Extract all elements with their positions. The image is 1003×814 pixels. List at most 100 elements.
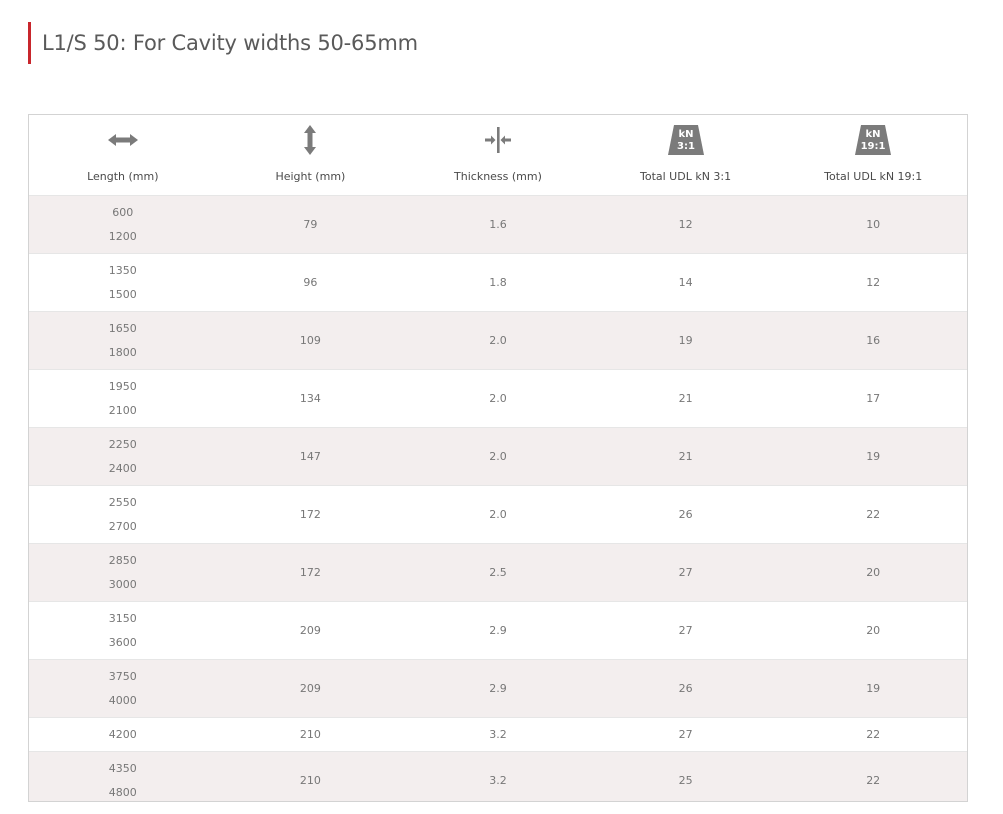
udl-19-1-cell: 22 bbox=[779, 485, 967, 544]
length-value: 1650 bbox=[108, 321, 137, 335]
length-value: 2400 bbox=[108, 461, 137, 475]
page-title: L1/S 50: For Cavity widths 50-65mm bbox=[42, 31, 418, 55]
table-row: 2550 2700 172 2.0 26 22 bbox=[29, 485, 967, 544]
kn-icon-label-bottom: 3:1 bbox=[677, 141, 695, 152]
length-cell: 4200 bbox=[29, 717, 217, 752]
udl-19-1-cell: 10 bbox=[779, 195, 967, 254]
length-value: 1200 bbox=[108, 229, 137, 243]
length-value: 2100 bbox=[108, 403, 137, 417]
column-label: Length (mm) bbox=[87, 170, 159, 183]
table-row: 2250 2400 147 2.0 21 19 bbox=[29, 427, 967, 486]
height-cell: 172 bbox=[216, 543, 405, 602]
column-label: Height (mm) bbox=[275, 170, 346, 183]
height-cell: 172 bbox=[216, 485, 405, 544]
thickness-cell: 1.6 bbox=[404, 195, 592, 254]
length-value: 2550 bbox=[108, 495, 137, 509]
udl-3-1-cell: 21 bbox=[591, 427, 780, 486]
table-row: 3750 4000 209 2.9 26 19 bbox=[29, 659, 967, 718]
table-row: 1650 1800 109 2.0 19 16 bbox=[29, 311, 967, 370]
vertical-double-arrow-icon bbox=[304, 125, 317, 155]
udl-19-1-cell: 16 bbox=[779, 311, 967, 370]
udl-3-1-cell: 19 bbox=[591, 311, 780, 370]
length-value: 1350 bbox=[108, 263, 137, 277]
thickness-cell: 2.0 bbox=[404, 485, 592, 544]
column-header-length: Length (mm) bbox=[29, 115, 217, 196]
udl-19-1-cell: 22 bbox=[779, 717, 967, 752]
length-value: 1500 bbox=[108, 287, 137, 301]
udl-3-1-cell: 27 bbox=[591, 601, 780, 660]
height-cell: 210 bbox=[216, 751, 405, 801]
length-cell: 2250 2400 bbox=[29, 427, 217, 486]
height-cell: 209 bbox=[216, 659, 405, 718]
thickness-cell: 3.2 bbox=[404, 717, 592, 752]
length-value: 1800 bbox=[108, 345, 137, 359]
thickness-cell: 2.9 bbox=[404, 601, 592, 660]
specification-table: Length (mm) Height (mm) Thickness (mm) k… bbox=[29, 115, 967, 801]
table-row: 3150 3600 209 2.9 27 20 bbox=[29, 601, 967, 660]
length-cell: 2550 2700 bbox=[29, 485, 217, 544]
length-cell: 3150 3600 bbox=[29, 601, 217, 660]
column-header-thickness: Thickness (mm) bbox=[404, 115, 592, 196]
length-value: 2850 bbox=[108, 553, 137, 567]
length-cell: 1950 2100 bbox=[29, 369, 217, 428]
thickness-cell: 2.5 bbox=[404, 543, 592, 602]
thickness-arrows-icon bbox=[484, 127, 511, 153]
udl-19-1-cell: 20 bbox=[779, 543, 967, 602]
thickness-cell: 2.0 bbox=[404, 311, 592, 370]
kn-weight-icon: kN 3:1 bbox=[667, 125, 704, 155]
udl-3-1-cell: 21 bbox=[591, 369, 780, 428]
table-row: 1350 1500 96 1.8 14 12 bbox=[29, 253, 967, 312]
length-value: 1950 bbox=[108, 379, 137, 393]
length-value: 3000 bbox=[108, 577, 137, 591]
udl-19-1-cell: 19 bbox=[779, 659, 967, 718]
column-header-udl-3-1: kN 3:1 Total UDL kN 3:1 bbox=[591, 115, 780, 196]
height-cell: 210 bbox=[216, 717, 405, 752]
length-value: 2250 bbox=[108, 437, 137, 451]
height-cell: 96 bbox=[216, 253, 405, 312]
height-cell: 209 bbox=[216, 601, 405, 660]
table-row: 2850 3000 172 2.5 27 20 bbox=[29, 543, 967, 602]
length-value: 4350 bbox=[108, 761, 137, 775]
column-label: Thickness (mm) bbox=[454, 170, 542, 183]
udl-19-1-cell: 19 bbox=[779, 427, 967, 486]
length-value: 3150 bbox=[108, 611, 137, 625]
length-value: 4200 bbox=[108, 728, 137, 741]
height-cell: 79 bbox=[216, 195, 405, 254]
length-value: 3750 bbox=[108, 669, 137, 683]
length-value: 4000 bbox=[108, 693, 137, 707]
thickness-cell: 2.9 bbox=[404, 659, 592, 718]
kn-icon-label-top: kN bbox=[678, 129, 693, 140]
length-cell: 1350 1500 bbox=[29, 253, 217, 312]
table-row: 4350 4800 210 3.2 25 22 bbox=[29, 751, 967, 801]
column-label: Total UDL kN 19:1 bbox=[824, 170, 923, 183]
length-cell: 3750 4000 bbox=[29, 659, 217, 718]
length-value: 2700 bbox=[108, 519, 137, 533]
udl-3-1-cell: 27 bbox=[591, 717, 780, 752]
kn-icon-label-top: kN bbox=[866, 129, 881, 140]
udl-3-1-cell: 26 bbox=[591, 659, 780, 718]
table-header-row: Length (mm) Height (mm) Thickness (mm) k… bbox=[29, 115, 967, 196]
length-cell: 1650 1800 bbox=[29, 311, 217, 370]
table-row: 1950 2100 134 2.0 21 17 bbox=[29, 369, 967, 428]
length-value: 4800 bbox=[108, 785, 137, 799]
udl-19-1-cell: 22 bbox=[779, 751, 967, 801]
udl-19-1-cell: 17 bbox=[779, 369, 967, 428]
horizontal-double-arrow-icon bbox=[107, 134, 138, 146]
height-cell: 134 bbox=[216, 369, 405, 428]
thickness-cell: 3.2 bbox=[404, 751, 592, 801]
kn-weight-icon: kN 19:1 bbox=[855, 125, 892, 155]
length-cell: 2850 3000 bbox=[29, 543, 217, 602]
height-cell: 109 bbox=[216, 311, 405, 370]
udl-3-1-cell: 25 bbox=[591, 751, 780, 801]
udl-3-1-cell: 14 bbox=[591, 253, 780, 312]
udl-3-1-cell: 27 bbox=[591, 543, 780, 602]
udl-19-1-cell: 12 bbox=[779, 253, 967, 312]
table-row: 4200 210 3.2 27 22 bbox=[29, 717, 967, 752]
length-cell: 4350 4800 bbox=[29, 751, 217, 801]
height-cell: 147 bbox=[216, 427, 405, 486]
table-row: 600 1200 79 1.6 12 10 bbox=[29, 195, 967, 254]
heading-block: L1/S 50: For Cavity widths 50-65mm bbox=[28, 22, 418, 64]
column-header-udl-19-1: kN 19:1 Total UDL kN 19:1 bbox=[779, 115, 967, 196]
length-value: 3600 bbox=[108, 635, 137, 649]
column-header-height: Height (mm) bbox=[216, 115, 405, 196]
